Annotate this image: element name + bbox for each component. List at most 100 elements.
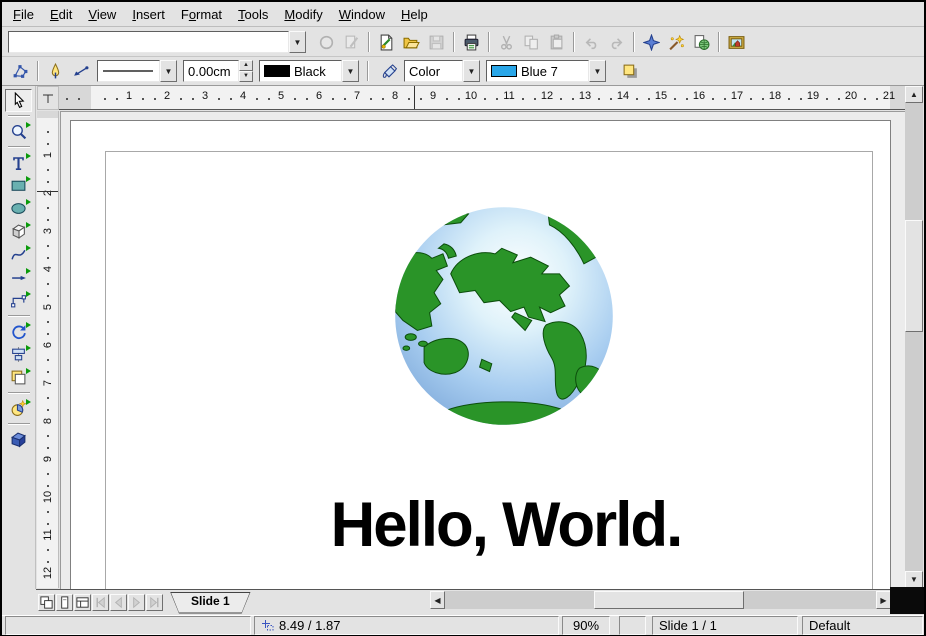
text-tool-button[interactable] [5, 151, 32, 174]
rotate-tool-button[interactable] [5, 320, 32, 343]
autopilot-button[interactable] [664, 30, 689, 54]
hyperlink-button[interactable] [689, 30, 714, 54]
menu-modify[interactable]: Modify [277, 5, 329, 24]
line-style-dropdown-button[interactable]: ▼ [160, 60, 177, 82]
menu-window[interactable]: Window [332, 5, 392, 24]
slide-view-icon [39, 594, 54, 611]
page-style-field[interactable]: Default [802, 616, 923, 635]
vertical-scrollbar-thumb[interactable] [905, 220, 923, 332]
v-ruler-number: 5 [42, 297, 54, 317]
globe-image[interactable] [393, 205, 615, 427]
v-ruler-number: 11 [42, 525, 54, 545]
menu-insert[interactable]: Insert [125, 5, 172, 24]
menu-help[interactable]: Help [394, 5, 435, 24]
line-dialog-button[interactable] [43, 59, 68, 83]
shadow-button[interactable] [618, 59, 643, 83]
layer-view-button[interactable] [74, 594, 91, 611]
area-dialog-button[interactable] [377, 59, 402, 83]
menu-format[interactable]: Format [174, 5, 229, 24]
menu-tools[interactable]: Tools [231, 5, 275, 24]
scroll-left-button[interactable]: ◀ [430, 591, 445, 609]
new-document-icon [378, 34, 395, 51]
horizontal-ruler[interactable]: 123456789101112131415161718192021 [59, 86, 905, 110]
scroll-right-button[interactable]: ▶ [876, 591, 891, 609]
slide-tab-label[interactable]: Slide 1 [171, 593, 250, 613]
h-ruler-number: 21 [880, 90, 898, 102]
print-button[interactable] [459, 30, 484, 54]
next-slide-button[interactable] [128, 594, 145, 611]
menu-edit[interactable]: Edit [43, 5, 79, 24]
edit-points-button[interactable] [8, 59, 33, 83]
objects-3d-tool-button[interactable] [5, 220, 32, 243]
menu-file[interactable]: File [6, 5, 41, 24]
slide-indicator-field: Slide 1 / 1 [652, 616, 798, 635]
open-button[interactable] [399, 30, 424, 54]
edit-file-button[interactable] [339, 30, 364, 54]
horizontal-scrollbar-thumb[interactable] [594, 591, 744, 609]
horizontal-scrollbar[interactable]: ◀ ▶ [430, 591, 891, 609]
paste-button[interactable] [544, 30, 569, 54]
fill-color-dropdown-button[interactable]: ▼ [589, 60, 606, 82]
zoom-level-field[interactable]: 90% [562, 616, 610, 635]
line-color-select[interactable]: Black ▼ [259, 60, 359, 82]
ellipse-tool-button[interactable] [5, 197, 32, 220]
last-slide-button[interactable] [146, 594, 163, 611]
scroll-up-button[interactable]: ▲ [905, 86, 923, 103]
fill-style-select[interactable]: Color ▼ [404, 60, 480, 82]
previous-slide-button[interactable] [110, 594, 127, 611]
lines-arrows-tool-button[interactable] [5, 266, 32, 289]
stop-button[interactable] [314, 30, 339, 54]
effects-icon [10, 431, 27, 448]
insert-tool-button[interactable] [5, 397, 32, 420]
flyout-arrow-icon [26, 122, 31, 128]
line-width-decrease-button[interactable]: ▼ [239, 71, 253, 82]
line-width-spinner[interactable]: 0.00cm ▲ ▼ [183, 60, 253, 82]
new-document-button[interactable] [374, 30, 399, 54]
hyperlink-icon [693, 34, 710, 51]
save-button[interactable] [424, 30, 449, 54]
drawing-canvas[interactable]: Hello, World. [60, 111, 905, 589]
slide-view-button[interactable] [38, 594, 55, 611]
alignment-icon [10, 346, 27, 363]
ruler-origin-button[interactable] [37, 86, 59, 110]
effects-tool-button[interactable] [5, 428, 32, 451]
copy-button[interactable] [519, 30, 544, 54]
cut-button[interactable] [494, 30, 519, 54]
menu-bar: FileEditViewInsertFormatToolsModifyWindo… [2, 2, 924, 27]
line-width-value[interactable]: 0.00cm [183, 60, 239, 82]
fill-color-select[interactable]: Blue 7 ▼ [486, 60, 606, 82]
first-slide-button[interactable] [92, 594, 109, 611]
vertical-scrollbar[interactable]: ▲ ▼ [905, 86, 923, 588]
ellipse-icon [10, 200, 27, 217]
arrow-style-button[interactable] [68, 59, 93, 83]
curve-tool-button[interactable] [5, 243, 32, 266]
v-ruler-number: 1 [42, 145, 54, 165]
line-color-dropdown-button[interactable]: ▼ [342, 60, 359, 82]
url-combobox-value[interactable] [8, 31, 289, 53]
master-view-button[interactable] [56, 594, 73, 611]
connector-tool-button[interactable] [5, 289, 32, 312]
vertical-ruler[interactable]: 123456789101112 [37, 111, 59, 588]
slide-title-text[interactable]: Hello, World. [109, 489, 903, 561]
line-style-select[interactable]: ▼ [97, 60, 177, 82]
arrange-tool-button[interactable] [5, 366, 32, 389]
undo-button[interactable] [579, 30, 604, 54]
v-ruler-number: 4 [42, 259, 54, 279]
shadow-icon [622, 63, 639, 80]
scroll-down-button[interactable]: ▼ [905, 571, 923, 588]
rectangle-tool-button[interactable] [5, 174, 32, 197]
object-toolbar: ▼ 0.00cm ▲ ▼ Black ▼ Color ▼ Blue 7 [2, 57, 924, 86]
menu-view[interactable]: View [81, 5, 123, 24]
redo-button[interactable] [604, 30, 629, 54]
line-width-increase-button[interactable]: ▲ [239, 60, 253, 71]
alignment-tool-button[interactable] [5, 343, 32, 366]
select-tool-button[interactable] [5, 89, 32, 112]
url-combobox[interactable]: ▼ [8, 31, 306, 53]
zoom-tool-button[interactable] [5, 120, 32, 143]
navigator-button[interactable] [639, 30, 664, 54]
fill-style-dropdown-button[interactable]: ▼ [463, 60, 480, 82]
slide-tab[interactable]: Slide 1 [170, 592, 251, 614]
flyout-arrow-icon [26, 368, 31, 374]
url-combobox-dropdown-button[interactable]: ▼ [289, 31, 306, 53]
gallery-button[interactable] [724, 30, 749, 54]
